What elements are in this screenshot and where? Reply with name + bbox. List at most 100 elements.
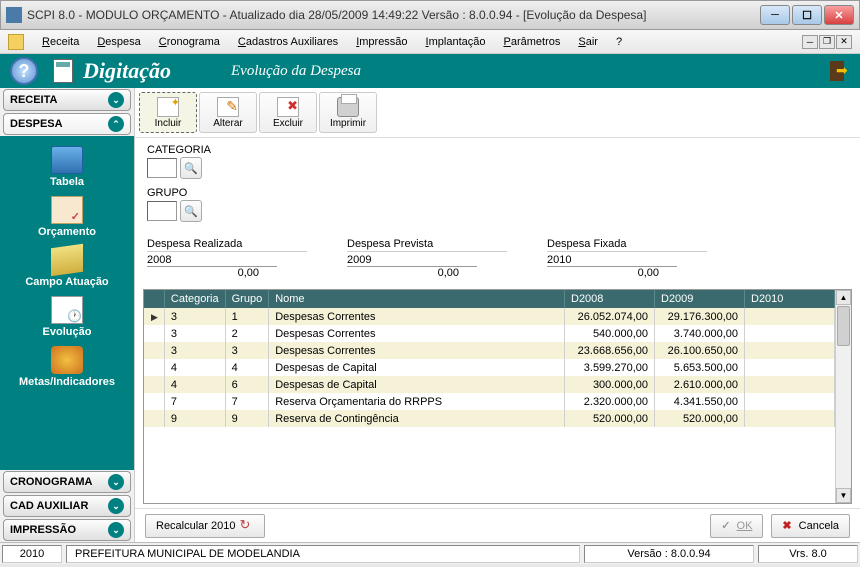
menu-cadastros[interactable]: Cadastros Auxiliares: [238, 36, 338, 48]
menu-cronograma[interactable]: Cronograma: [159, 36, 220, 48]
cell-nome: Despesas Correntes: [269, 342, 565, 359]
nav-orcamento[interactable]: Orçamento: [0, 192, 134, 242]
menu-despesa[interactable]: Despesa: [97, 36, 140, 48]
menu-bar: Receita Despesa Cronograma Cadastros Aux…: [0, 30, 860, 54]
table-row[interactable]: 99Reserva de Contingência520.000,00520.0…: [144, 410, 835, 427]
accordion-impressao[interactable]: IMPRESSÃO ⌄: [3, 519, 131, 541]
header-subtitle: Evolução da Despesa: [231, 63, 361, 80]
recalcular-button[interactable]: Recalcular 2010: [145, 514, 265, 538]
menu-sair[interactable]: Sair: [578, 36, 598, 48]
tool-label: Alterar: [213, 118, 242, 129]
table-row[interactable]: 31Despesas Correntes26.052.074,0029.176.…: [144, 308, 835, 325]
accordion-label: RECEITA: [10, 94, 57, 106]
accordion-receita[interactable]: RECEITA ⌄: [3, 89, 131, 111]
scroll-up-button[interactable]: ▲: [836, 290, 851, 305]
table-row[interactable]: 77Reserva Orçamentaria do RRPPS2.320.000…: [144, 393, 835, 410]
col-d2010[interactable]: D2010: [745, 290, 835, 308]
table-row[interactable]: 33Despesas Correntes23.668.656,0026.100.…: [144, 342, 835, 359]
ok-label: OK: [737, 520, 753, 532]
minimize-button[interactable]: ─: [760, 5, 790, 25]
grupo-input[interactable]: [147, 201, 177, 221]
despesa-fixada-year: 2010: [547, 254, 707, 266]
content-area: Incluir Alterar Excluir Imprimir CATEGOR…: [134, 88, 860, 542]
nav-campo-atuacao[interactable]: Campo Atuação: [0, 242, 134, 292]
maximize-button[interactable]: ☐: [792, 5, 822, 25]
mdi-minimize-button[interactable]: ─: [802, 35, 818, 49]
cell-d2009: 5.653.500,00: [655, 359, 745, 376]
cell-d2010: [745, 376, 835, 393]
cell-d2009: 3.740.000,00: [655, 325, 745, 342]
cancela-button[interactable]: Cancela: [771, 514, 850, 538]
accordion-despesa[interactable]: DESPESA ⌃: [3, 113, 131, 135]
categoria-label: CATEGORIA: [147, 144, 848, 156]
nav-tabela[interactable]: Tabela: [0, 142, 134, 192]
menu-implantacao[interactable]: Implantação: [426, 36, 486, 48]
imprimir-button[interactable]: Imprimir: [319, 92, 377, 133]
alterar-button[interactable]: Alterar: [199, 92, 257, 133]
recalcular-label: Recalcular 2010: [156, 520, 236, 532]
refresh-icon: [240, 519, 254, 533]
grupo-search-button[interactable]: [180, 200, 202, 222]
status-entity: PREFEITURA MUNICIPAL DE MODELANDIA: [66, 545, 580, 563]
app-icon: [6, 7, 22, 23]
incluir-button[interactable]: Incluir: [139, 92, 197, 133]
col-nome[interactable]: Nome: [269, 290, 565, 308]
bottom-buttons: Recalcular 2010 OK Cancela: [135, 508, 860, 542]
close-button[interactable]: ✕: [824, 5, 854, 25]
data-grid[interactable]: Categoria Grupo Nome D2008 D2009 D2010 3…: [143, 289, 852, 504]
menu-parametros[interactable]: Parâmetros: [503, 36, 560, 48]
col-d2009[interactable]: D2009: [655, 290, 745, 308]
table-row[interactable]: 44Despesas de Capital3.599.270,005.653.5…: [144, 359, 835, 376]
table-row[interactable]: 32Despesas Correntes540.000,003.740.000,…: [144, 325, 835, 342]
menu-impressao[interactable]: Impressão: [356, 36, 407, 48]
nav-metas[interactable]: Metas/Indicadores: [0, 342, 134, 392]
cell-categoria: 3: [164, 342, 225, 359]
ok-button[interactable]: OK: [710, 514, 763, 538]
despesa-prevista-year: 2009: [347, 254, 507, 266]
chevron-down-icon: ⌄: [108, 498, 124, 514]
accordion-cronograma[interactable]: CRONOGRAMA ⌄: [3, 471, 131, 493]
nav-label: Orçamento: [0, 226, 134, 238]
cell-nome: Despesas de Capital: [269, 376, 565, 393]
cell-d2010: [745, 410, 835, 427]
cell-d2008: 23.668.656,00: [565, 342, 655, 359]
despesa-realizada-title: Despesa Realizada: [147, 238, 307, 252]
cell-categoria: 4: [164, 359, 225, 376]
mdi-restore-button[interactable]: ❐: [819, 35, 835, 49]
close-icon: [782, 519, 794, 532]
sidebar: RECEITA ⌄ DESPESA ⌃ Tabela Orçamento Cam…: [0, 88, 134, 542]
col-grupo[interactable]: Grupo: [225, 290, 269, 308]
help-icon[interactable]: ?: [10, 57, 38, 85]
exit-icon[interactable]: [826, 59, 850, 83]
col-d2008[interactable]: D2008: [565, 290, 655, 308]
row-indicator: [144, 376, 164, 393]
add-icon: [157, 97, 179, 117]
categoria-input[interactable]: [147, 158, 177, 178]
chevron-down-icon: ⌄: [108, 522, 124, 538]
menu-help[interactable]: ?: [616, 36, 622, 48]
cell-nome: Despesas de Capital: [269, 359, 565, 376]
tool-label: Incluir: [155, 118, 182, 129]
categoria-search-button[interactable]: [180, 157, 202, 179]
accordion-label: IMPRESSÃO: [10, 524, 76, 536]
cell-d2008: 520.000,00: [565, 410, 655, 427]
scroll-down-button[interactable]: ▼: [836, 488, 851, 503]
table-row[interactable]: 46Despesas de Capital300.000,002.610.000…: [144, 376, 835, 393]
cell-d2008: 3.599.270,00: [565, 359, 655, 376]
grid-scrollbar[interactable]: ▲ ▼: [835, 290, 851, 503]
mdi-close-button[interactable]: ✕: [836, 35, 852, 49]
accordion-cad-auxiliar[interactable]: CAD AUXILIAR ⌄: [3, 495, 131, 517]
cell-nome: Despesas Correntes: [269, 308, 565, 325]
menu-receita[interactable]: Receita: [42, 36, 79, 48]
module-header: ? Digitação Evolução da Despesa: [0, 54, 860, 88]
chevron-up-icon: ⌃: [108, 116, 124, 132]
col-categoria[interactable]: Categoria: [164, 290, 225, 308]
row-indicator: [144, 308, 164, 325]
scroll-thumb[interactable]: [837, 306, 850, 346]
row-indicator: [144, 342, 164, 359]
excluir-button[interactable]: Excluir: [259, 92, 317, 133]
window-title: SCPI 8.0 - MODULO ORÇAMENTO - Atualizado…: [27, 8, 760, 22]
nav-evolucao[interactable]: Evolução: [0, 292, 134, 342]
calculator-icon[interactable]: [53, 59, 73, 83]
status-bar: 2010 PREFEITURA MUNICIPAL DE MODELANDIA …: [0, 542, 860, 564]
